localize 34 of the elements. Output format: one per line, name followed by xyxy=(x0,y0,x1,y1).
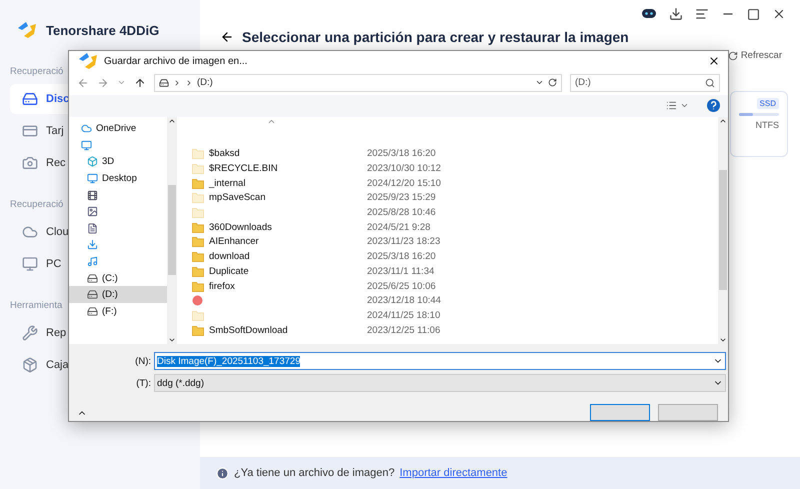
sidebar-section-label: Recuperació xyxy=(10,199,64,210)
file-date: 2024/11/25 18:10 xyxy=(367,310,440,321)
file-name: firefox xyxy=(209,280,235,292)
file-name: mpSaveScan xyxy=(209,192,266,204)
file-type-label: (T): xyxy=(135,378,151,388)
file-date: 2025/8/28 10:46 xyxy=(367,207,436,218)
page-heading: Seleccionar una partición para crear y restaurar la imagen xyxy=(242,29,629,45)
file-name: 360Downloads xyxy=(209,222,272,233)
import-question: ¿Ya tiene un archivo de imagen? xyxy=(234,467,395,479)
sidebar-section-label: Recuperació xyxy=(10,66,64,77)
file-name: SmbSoftDownload xyxy=(209,324,288,336)
file-name: $RECYCLE.BIN xyxy=(209,163,278,174)
filename-label: (N): xyxy=(134,356,151,366)
sidebar-section-label: Herramienta xyxy=(10,300,62,311)
file-date: 2025/6/25 10:06 xyxy=(367,280,436,292)
file-date: 2023/11/1 11:34 xyxy=(367,266,434,277)
file-name: AIEnhancer xyxy=(209,236,259,248)
file-date: 2023/12/25 11:06 xyxy=(367,324,440,336)
file-date: 2024/12/20 15:10 xyxy=(367,178,441,189)
filesystem-label: NTFS xyxy=(756,120,779,130)
file-name: _internal xyxy=(209,178,246,189)
dialog-title: Guardar archivo de imagen en... xyxy=(104,56,248,66)
file-date: 2024/5/21 9:28 xyxy=(367,222,430,233)
file-name: $baksd xyxy=(209,148,240,160)
ssd-badge: SSD xyxy=(756,98,779,109)
file-name: Duplicate xyxy=(209,266,249,277)
file-date: 2023/12/18 10:44 xyxy=(367,295,441,306)
file-date: 2023/10/30 10:12 xyxy=(367,163,441,174)
file-date: 2023/11/23 18:23 xyxy=(367,236,440,248)
file-name: download xyxy=(209,251,250,262)
file-date: 2025/3/18 16:20 xyxy=(367,251,436,262)
app-name: Tenorshare 4DDiG xyxy=(46,22,160,38)
file-date: 2025/9/23 15:29 xyxy=(367,192,436,204)
file-date: 2025/3/18 16:20 xyxy=(367,148,436,160)
